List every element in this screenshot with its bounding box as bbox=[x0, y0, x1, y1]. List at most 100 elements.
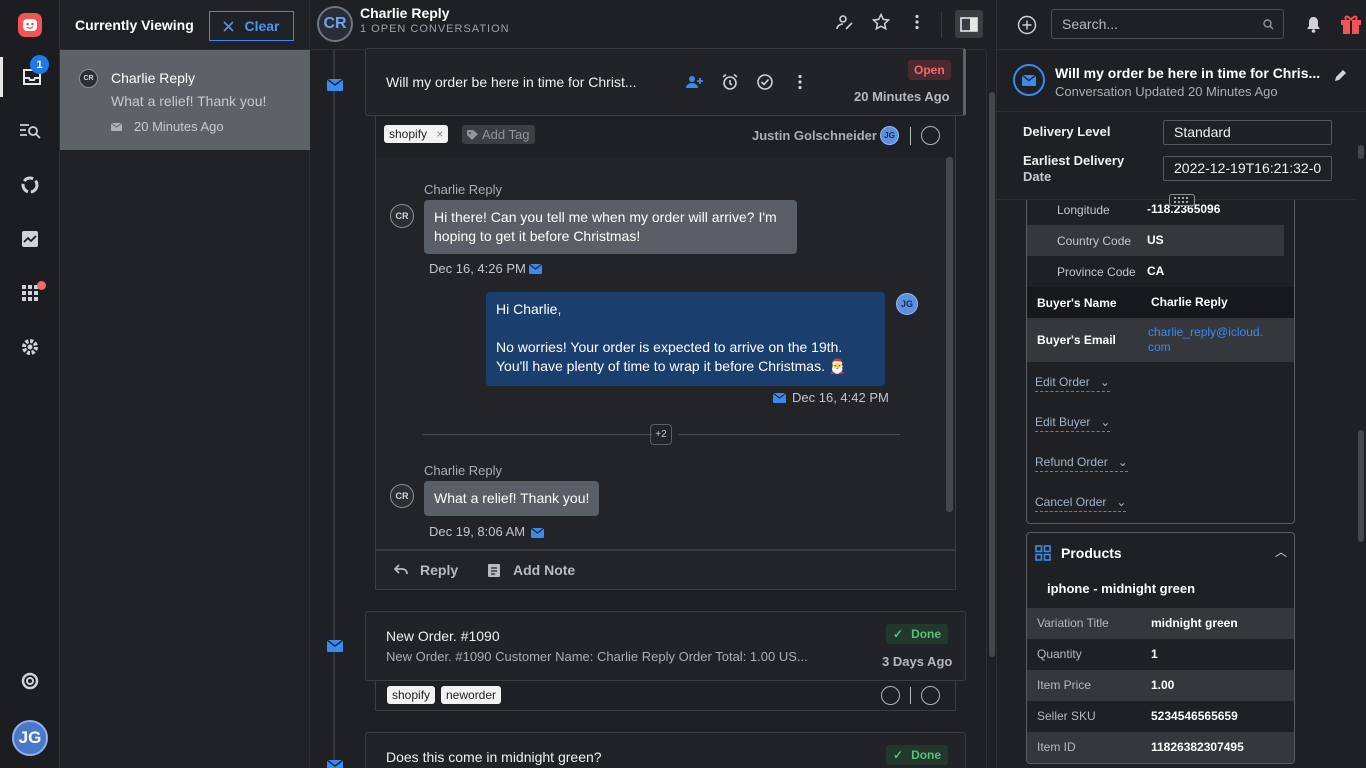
product-row: Quantity 1 bbox=[1027, 639, 1294, 670]
thread-scrollbar[interactable] bbox=[946, 157, 953, 512]
cancel-order-dropdown[interactable]: Cancel Order ⌄ bbox=[1035, 495, 1127, 512]
snooze-alarm-icon[interactable] bbox=[721, 73, 739, 91]
search-icon bbox=[1263, 19, 1274, 30]
logo-icon[interactable] bbox=[0, 5, 60, 45]
conversation-card[interactable]: Will my order be here in time for Christ… bbox=[365, 48, 966, 116]
sidebar-scrollbar[interactable] bbox=[1355, 112, 1366, 768]
more-vertical-icon[interactable] bbox=[791, 73, 809, 91]
assign-users-icon[interactable] bbox=[685, 74, 705, 90]
scrollbar-thumb[interactable] bbox=[1358, 145, 1364, 159]
divider bbox=[910, 687, 911, 704]
action-label: Refund Order bbox=[1035, 455, 1108, 469]
check-icon: ✓ bbox=[893, 627, 904, 641]
edit-buyer-dropdown[interactable]: Edit Buyer ⌄ bbox=[1035, 415, 1111, 432]
contact-avatar[interactable]: CR bbox=[317, 6, 353, 42]
outgoing-message: Hi Charlie, No worries! Your order is ex… bbox=[486, 292, 885, 386]
scrollbar-thumb[interactable] bbox=[989, 92, 995, 657]
contact-name: Charlie Reply bbox=[360, 5, 450, 21]
conversation-time: 20 Minutes Ago bbox=[854, 89, 950, 104]
tag[interactable]: shopify bbox=[387, 686, 436, 704]
message-line-blank bbox=[496, 319, 875, 338]
clear-button-label: Clear bbox=[244, 18, 280, 34]
conversation-card[interactable]: New Order. #1090 New Order. #1090 Custom… bbox=[365, 611, 966, 681]
status-label: Done bbox=[911, 748, 942, 762]
user-avatar[interactable]: JG bbox=[12, 720, 48, 756]
divider bbox=[941, 12, 942, 38]
chevron-down-icon: ⌄ bbox=[1116, 495, 1127, 509]
add-tag-input[interactable]: Add Tag bbox=[462, 125, 536, 144]
add-circle-icon[interactable] bbox=[1017, 15, 1037, 35]
reports-icon[interactable] bbox=[0, 165, 60, 205]
chevron-down-icon: ⌄ bbox=[1117, 455, 1128, 469]
select-circle[interactable] bbox=[921, 686, 940, 705]
message-line: hoping to get it before Christmas! bbox=[434, 228, 641, 244]
tag-row: shopify neworder bbox=[375, 681, 956, 711]
field-label: Earliest Delivery Date bbox=[1023, 153, 1124, 185]
incoming-message: What a relief! Thank you! bbox=[424, 481, 600, 516]
tag[interactable]: shopify × bbox=[384, 125, 449, 143]
detail-key: Province Code bbox=[1057, 265, 1136, 279]
status-badge: ✓ Done bbox=[886, 745, 949, 765]
buyer-email-link[interactable]: charlie_reply@icloud. com bbox=[1148, 325, 1263, 355]
mail-icon bbox=[327, 79, 343, 91]
earliest-delivery-date-field[interactable]: 2022-12-19T16:21:32-0 bbox=[1163, 156, 1332, 181]
conversation-title: New Order. #1090 bbox=[386, 628, 500, 644]
add-note-button[interactable]: Add Note bbox=[513, 562, 575, 578]
edit-pencil-icon[interactable] bbox=[1334, 68, 1348, 82]
chevron-down-icon: ⌄ bbox=[1100, 415, 1111, 429]
apps-grid-icon[interactable] bbox=[0, 273, 60, 313]
resolve-check-icon[interactable] bbox=[756, 73, 774, 91]
chevron-up-icon[interactable]: ︿ bbox=[1275, 543, 1287, 560]
product-key: Item ID bbox=[1037, 740, 1076, 754]
conversation-time: 3 Days Ago bbox=[882, 654, 953, 669]
action-label: Edit Buyer bbox=[1035, 415, 1091, 429]
message-line: No worries! Your order is expected to ar… bbox=[496, 339, 843, 355]
assignee-name[interactable]: Justin Golschneider bbox=[752, 128, 877, 143]
star-icon[interactable] bbox=[872, 13, 890, 31]
edit-contact-icon[interactable] bbox=[836, 13, 854, 31]
toggle-sidebar-icon[interactable] bbox=[955, 10, 983, 38]
drag-handle-icon[interactable] bbox=[1169, 194, 1195, 206]
summary-subtitle: Conversation Updated 20 Minutes Ago bbox=[1055, 84, 1278, 99]
expand-collapsed-messages-button[interactable]: +2 bbox=[650, 424, 672, 445]
detail-value: CA bbox=[1147, 264, 1165, 278]
reply-button[interactable]: Reply bbox=[420, 562, 458, 578]
clear-button[interactable]: Clear bbox=[209, 11, 294, 41]
currently-viewing-title: Currently Viewing bbox=[75, 17, 194, 33]
email-line: charlie_reply@icloud. bbox=[1148, 325, 1263, 339]
select-circle[interactable] bbox=[881, 686, 900, 705]
mail-icon bbox=[773, 393, 786, 403]
currently-viewing-panel: Currently Viewing Clear CR Charlie Reply… bbox=[60, 0, 310, 768]
gift-icon[interactable] bbox=[1340, 13, 1362, 35]
avatar: JG bbox=[896, 293, 918, 315]
search-conversations-icon[interactable] bbox=[0, 111, 60, 151]
gear-icon[interactable] bbox=[0, 327, 60, 367]
conversation-name: Charlie Reply bbox=[111, 70, 196, 86]
delivery-level-field[interactable]: Standard bbox=[1163, 120, 1332, 145]
activity-icon[interactable] bbox=[0, 219, 60, 259]
help-lifebuoy-icon[interactable] bbox=[0, 661, 60, 701]
open-conversation-count: 1 OPEN CONVERSATION bbox=[360, 23, 510, 35]
more-vertical-icon[interactable] bbox=[908, 13, 926, 31]
product-key: Variation Title bbox=[1037, 616, 1109, 630]
conversation-card[interactable]: Does this come in midnight green? ✓ Done bbox=[365, 732, 966, 768]
message-line: You'll have plenty of time to wrap it be… bbox=[496, 358, 847, 374]
conversation-list-item[interactable]: CR Charlie Reply What a relief! Thank yo… bbox=[60, 50, 310, 150]
edit-order-dropdown[interactable]: Edit Order ⌄ bbox=[1035, 375, 1110, 392]
remove-tag-icon[interactable]: × bbox=[436, 127, 443, 141]
reply-bar: Reply Add Note bbox=[375, 550, 956, 590]
scrollbar-thumb[interactable] bbox=[1358, 430, 1364, 542]
timeline-scrollbar[interactable] bbox=[986, 50, 996, 768]
details-sidebar: Search... Will my order be here in time … bbox=[996, 0, 1366, 768]
tag[interactable]: neworder bbox=[441, 686, 502, 704]
nav-rail: 1 JG bbox=[0, 0, 60, 768]
product-value: midnight green bbox=[1151, 616, 1238, 630]
chevron-down-icon: ⌄ bbox=[1099, 375, 1110, 389]
detail-row: Buyer's Email charlie_reply@icloud. com bbox=[1027, 318, 1294, 362]
bell-icon[interactable] bbox=[1306, 16, 1321, 33]
search-input[interactable]: Search... bbox=[1051, 9, 1284, 39]
detail-key: Country Code bbox=[1057, 234, 1132, 248]
refund-order-dropdown[interactable]: Refund Order ⌄ bbox=[1035, 455, 1128, 472]
select-circle[interactable] bbox=[921, 126, 940, 145]
reply-icon bbox=[394, 564, 408, 576]
